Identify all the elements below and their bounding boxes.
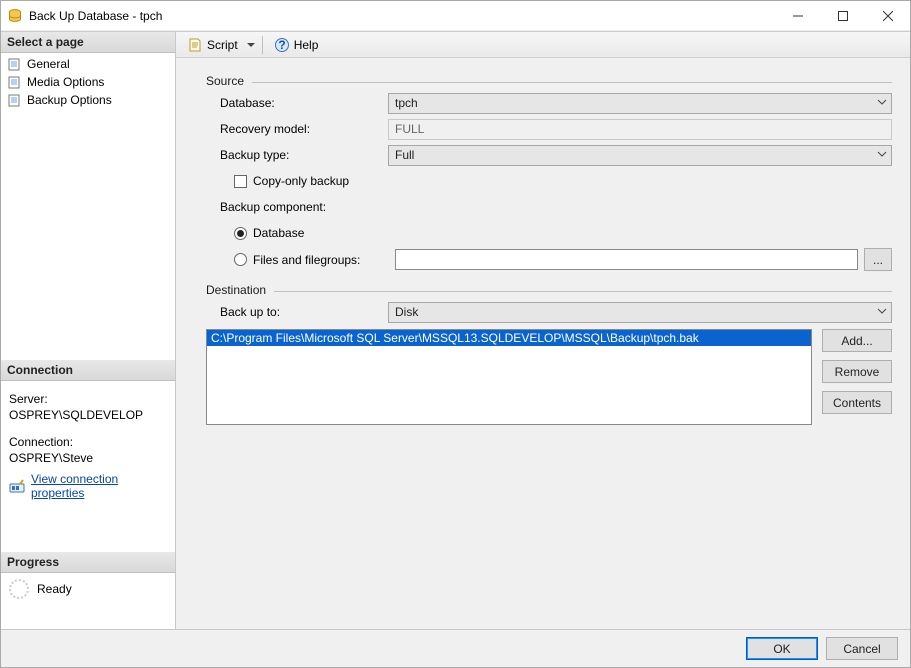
database-dropdown[interactable]: tpch [388, 93, 892, 114]
connection-value: OSPREY\Steve [9, 451, 93, 465]
remove-label: Remove [835, 365, 880, 379]
chevron-down-icon [877, 306, 887, 316]
server-label: Server: [9, 391, 167, 407]
connection-info: Server: OSPREY\SQLDEVELOP Connection: OS… [1, 381, 175, 470]
help-label: Help [294, 38, 319, 52]
svg-text:?: ? [278, 38, 285, 52]
script-button[interactable]: Script [182, 34, 243, 56]
page-icon [7, 56, 23, 72]
page-item-media-options[interactable]: Media Options [1, 73, 175, 91]
radio-database[interactable] [234, 227, 247, 240]
source-group-label: Source [206, 74, 244, 88]
destination-group: Destination [206, 283, 892, 297]
recovery-model-label: Recovery model: [220, 122, 388, 136]
copy-only-checkbox[interactable] [234, 175, 247, 188]
destination-path-item[interactable]: C:\Program Files\Microsoft SQL Server\MS… [207, 330, 811, 346]
contents-button[interactable]: Contents [822, 391, 892, 414]
backup-to-value: Disk [395, 305, 418, 319]
database-icon [7, 8, 23, 24]
destination-group-label: Destination [206, 283, 266, 297]
files-browse-button[interactable]: ... [864, 248, 892, 271]
cancel-label: Cancel [843, 642, 880, 656]
help-button[interactable]: ? Help [269, 34, 324, 56]
backup-type-value: Full [395, 148, 414, 162]
backup-to-dropdown[interactable]: Disk [388, 302, 892, 323]
maximize-button[interactable] [820, 1, 865, 30]
database-label: Database: [220, 96, 388, 110]
cancel-button[interactable]: Cancel [826, 637, 898, 660]
progress-spinner-icon [9, 579, 29, 599]
main-split: Select a page General Media Options Back… [1, 31, 910, 629]
recovery-model-value: FULL [388, 119, 892, 140]
database-value: tpch [395, 96, 418, 110]
connection-properties-icon [9, 478, 25, 494]
close-button[interactable] [865, 1, 910, 30]
chevron-down-icon [877, 97, 887, 107]
toolbar: Script ? Help [176, 32, 910, 58]
ellipsis-label: ... [873, 253, 883, 267]
script-dropdown-arrow[interactable] [247, 41, 256, 49]
radio-files-label: Files and filegroups: [253, 253, 395, 267]
left-panel: Select a page General Media Options Back… [1, 32, 176, 629]
page-item-general[interactable]: General [1, 55, 175, 73]
page-item-backup-options[interactable]: Backup Options [1, 91, 175, 109]
page-label: General [27, 57, 70, 71]
dialog-window: Back Up Database - tpch Select a page Ge… [0, 0, 911, 668]
server-value: OSPREY\SQLDEVELOP [9, 408, 143, 422]
connection-label: Connection: [9, 434, 167, 450]
backup-type-label: Backup type: [220, 148, 388, 162]
source-group: Source [206, 74, 892, 88]
destination-list[interactable]: C:\Program Files\Microsoft SQL Server\MS… [206, 329, 812, 425]
window-controls [775, 1, 910, 30]
radio-files-filegroups[interactable] [234, 253, 247, 266]
titlebar: Back Up Database - tpch [1, 1, 910, 31]
window-title: Back Up Database - tpch [29, 8, 775, 23]
right-panel: Script ? Help Source Database: tpch [176, 32, 910, 629]
dialog-footer: OK Cancel [1, 629, 910, 667]
page-icon [7, 74, 23, 90]
remove-button[interactable]: Remove [822, 360, 892, 383]
progress-header: Progress [1, 552, 175, 573]
connection-header: Connection [1, 360, 175, 381]
select-page-header: Select a page [1, 32, 175, 53]
progress-content: Ready [1, 573, 175, 605]
page-label: Media Options [27, 75, 104, 89]
chevron-down-icon [877, 149, 887, 159]
files-filegroups-input[interactable] [395, 249, 858, 270]
copy-only-label: Copy-only backup [253, 174, 349, 188]
view-connection-link[interactable]: View connection properties [31, 472, 167, 500]
minimize-button[interactable] [775, 1, 820, 30]
page-label: Backup Options [27, 93, 112, 107]
add-label: Add... [841, 334, 872, 348]
ok-label: OK [773, 642, 790, 656]
progress-state: Ready [37, 582, 72, 596]
script-label: Script [207, 38, 238, 52]
contents-label: Contents [833, 396, 881, 410]
view-connection-row: View connection properties [1, 470, 175, 502]
backup-type-dropdown[interactable]: Full [388, 145, 892, 166]
pages-list: General Media Options Backup Options [1, 53, 175, 111]
form-body: Source Database: tpch Recovery model: FU… [176, 58, 910, 629]
script-icon [187, 37, 203, 53]
radio-database-label: Database [253, 226, 304, 240]
add-button[interactable]: Add... [822, 329, 892, 352]
help-icon: ? [274, 37, 290, 53]
backup-to-label: Back up to: [220, 305, 388, 319]
page-icon [7, 92, 23, 108]
ok-button[interactable]: OK [746, 637, 818, 660]
backup-component-label: Backup component: [220, 200, 388, 214]
